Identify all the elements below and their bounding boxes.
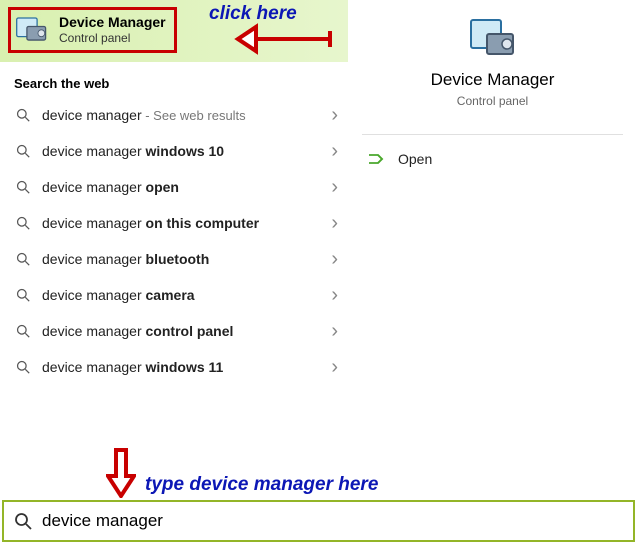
chevron-right-icon: › [331, 248, 338, 271]
arrow-left-annotation-icon [214, 22, 334, 56]
suggestion-label: device manager control panel [42, 323, 331, 339]
suggestion-label: device manager windows 11 [42, 359, 331, 375]
annotation-click-here: click here [209, 3, 297, 25]
suggestion-list: device manager - See web results›device … [0, 97, 348, 385]
open-label: Open [398, 151, 432, 167]
open-icon [368, 152, 384, 166]
search-web-section-label: Search the web [0, 62, 348, 97]
search-icon [14, 180, 32, 194]
search-input[interactable] [42, 511, 625, 531]
suggestion-item[interactable]: device manager windows 11› [0, 349, 348, 385]
suggestion-label: device manager camera [42, 287, 331, 303]
best-match-text: Device Manager Control panel [59, 14, 166, 45]
detail-pane: Device Manager Control panel Open [348, 0, 637, 472]
suggestion-item[interactable]: device manager open› [0, 169, 348, 205]
suggestion-item[interactable]: device manager - See web results› [0, 97, 348, 133]
suggestion-label: device manager open [42, 179, 331, 195]
search-icon [12, 512, 34, 530]
search-icon [14, 288, 32, 302]
chevron-right-icon: › [331, 140, 338, 163]
detail-header: Device Manager Control panel [348, 0, 637, 134]
best-match-highlight-box: Device Manager Control panel [8, 7, 177, 53]
search-icon [14, 252, 32, 266]
suggestion-item[interactable]: device manager control panel› [0, 313, 348, 349]
search-bar[interactable] [2, 500, 635, 542]
search-icon [14, 108, 32, 122]
suggestion-label: device manager - See web results [42, 107, 331, 123]
search-icon [14, 360, 32, 374]
chevron-right-icon: › [331, 104, 338, 127]
results-pane: Device Manager Control panel click here … [0, 0, 348, 472]
best-match-subtitle: Control panel [59, 31, 166, 45]
chevron-right-icon: › [331, 356, 338, 379]
chevron-right-icon: › [331, 320, 338, 343]
best-match-title: Device Manager [59, 14, 166, 30]
annotation-type-here: type device manager here [145, 474, 378, 496]
device-manager-icon [15, 14, 49, 44]
suggestion-item[interactable]: device manager camera› [0, 277, 348, 313]
search-icon [14, 216, 32, 230]
chevron-right-icon: › [331, 212, 338, 235]
suggestion-label: device manager on this computer [42, 215, 331, 231]
open-action[interactable]: Open [348, 135, 637, 183]
detail-subtitle: Control panel [348, 94, 637, 108]
search-icon [14, 324, 32, 338]
suggestion-label: device manager windows 10 [42, 143, 331, 159]
search-icon [14, 144, 32, 158]
best-match-row[interactable]: Device Manager Control panel click here [0, 0, 348, 62]
suggestion-item[interactable]: device manager windows 10› [0, 133, 348, 169]
chevron-right-icon: › [331, 176, 338, 199]
device-manager-icon [469, 16, 517, 58]
suggestion-item[interactable]: device manager on this computer› [0, 205, 348, 241]
detail-title: Device Manager [348, 70, 637, 90]
suggestion-label: device manager bluetooth [42, 251, 331, 267]
suggestion-item[interactable]: device manager bluetooth› [0, 241, 348, 277]
chevron-right-icon: › [331, 284, 338, 307]
